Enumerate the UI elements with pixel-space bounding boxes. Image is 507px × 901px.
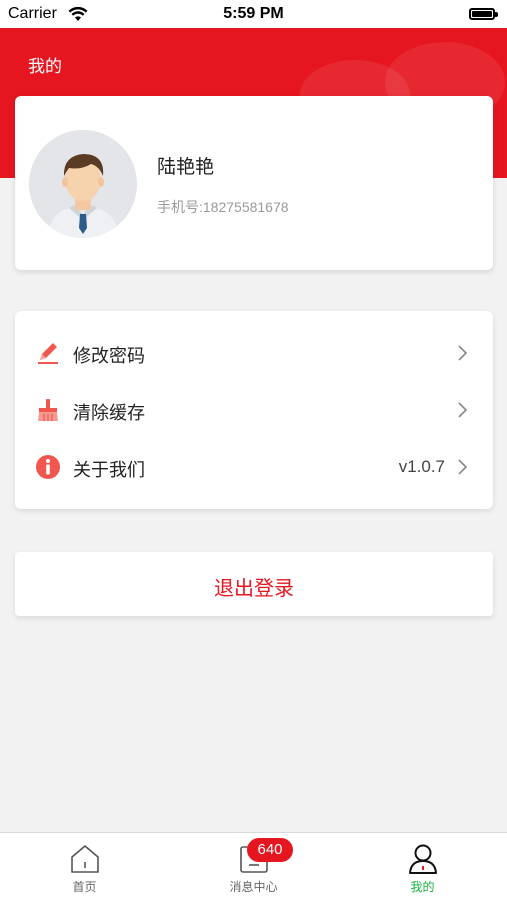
tab-mine[interactable]: 我的 — [338, 833, 507, 901]
message-count-badge: 640 — [247, 838, 293, 862]
status-time: 5:59 PM — [223, 5, 284, 22]
logout-label: 退出登录 — [214, 578, 294, 600]
home-icon — [71, 845, 99, 873]
user-name: 陆艳艳 — [157, 157, 215, 178]
tab-label: 我的 — [410, 880, 435, 894]
menu-item-label: 修改密码 — [73, 346, 145, 366]
chevron-right-icon — [458, 345, 468, 361]
user-phone: 手机号:18275581678 — [157, 199, 289, 215]
menu-item-change-password[interactable]: 修改密码 — [15, 324, 493, 380]
chevron-right-icon — [458, 459, 468, 475]
person-icon — [409, 844, 437, 874]
tab-label: 首页 — [72, 880, 97, 894]
info-icon — [36, 455, 60, 479]
settings-menu: 修改密码 清除缓存 关于我们 v1.0.7 — [15, 311, 493, 509]
app-version: v1.0.7 — [398, 457, 445, 476]
tab-home[interactable]: 首页 — [0, 833, 169, 901]
menu-item-about-us[interactable]: 关于我们 v1.0.7 — [15, 438, 493, 494]
profile-card[interactable]: 陆艳艳 手机号:18275581678 — [15, 96, 493, 270]
menu-item-clear-cache[interactable]: 清除缓存 — [15, 381, 493, 437]
menu-item-label: 关于我们 — [73, 460, 145, 480]
status-bar: Carrier 5:59 PM — [0, 0, 507, 28]
pencil-icon — [38, 343, 58, 364]
menu-item-label: 清除缓存 — [73, 403, 145, 423]
logout-button[interactable]: 退出登录 — [15, 552, 493, 616]
user-avatar-icon — [29, 130, 137, 238]
page-title: 我的 — [28, 57, 62, 76]
battery-icon — [469, 8, 498, 20]
broom-icon — [38, 399, 58, 421]
chevron-right-icon — [458, 402, 468, 418]
tab-label: 消息中心 — [229, 880, 278, 894]
